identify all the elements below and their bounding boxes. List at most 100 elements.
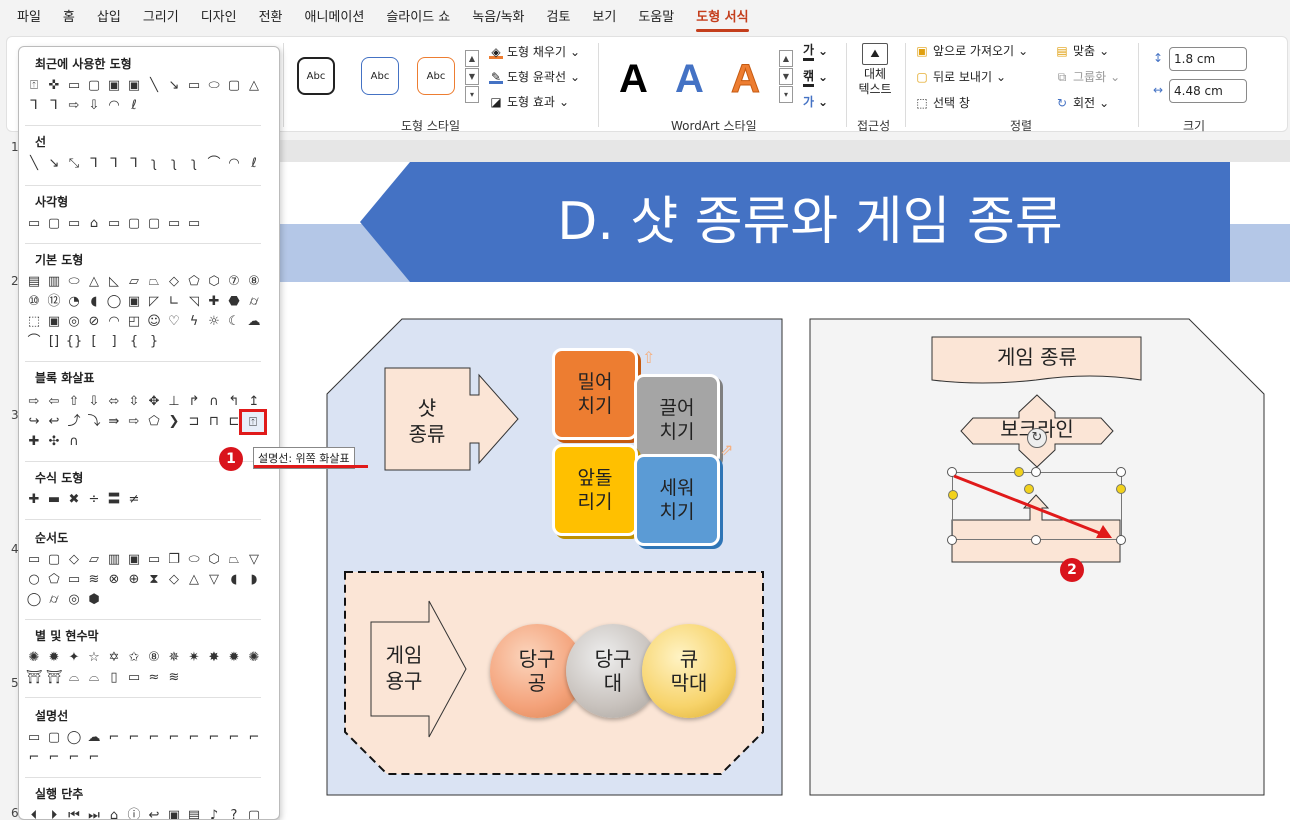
punched-tape-icon[interactable]: ≋ — [85, 571, 103, 589]
action-document-icon[interactable]: ▤ — [185, 807, 203, 819]
align-button[interactable]: ▤ 맞춤 ⌄ — [1055, 42, 1109, 59]
text-box-icon[interactable]: ▤ — [25, 273, 43, 291]
no-symbol-icon[interactable]: ⊘ — [85, 313, 103, 331]
action-blank-icon[interactable]: ▢ — [245, 807, 263, 819]
selection-pane-button[interactable]: ⬚ 선택 창 — [915, 94, 970, 111]
star7-icon[interactable]: ✩ — [125, 649, 143, 667]
arc-icon[interactable]: ⌒ — [25, 333, 43, 351]
star10-icon[interactable]: ✵ — [165, 649, 183, 667]
alt-process-icon[interactable]: ▢ — [45, 551, 63, 569]
star24-icon[interactable]: ✹ — [225, 649, 243, 667]
right-arrow-icon[interactable]: ⇨ — [65, 97, 83, 115]
coin-cue-stick[interactable]: 큐 막대 — [642, 624, 736, 718]
tab-review[interactable]: 검토 — [536, 0, 582, 36]
display-icon[interactable]: ⬢ — [85, 591, 103, 609]
plaque-icon[interactable]: ⬣ — [225, 293, 243, 311]
document-icon[interactable]: ▭ — [65, 77, 83, 95]
tab-view[interactable]: 보기 — [581, 0, 627, 36]
ribbon-icon[interactable]: ⛩ — [45, 669, 63, 687]
alt-text-button[interactable]: ⛰ 대체 텍스트 — [855, 43, 895, 97]
plus-sign-icon[interactable]: ✚ — [25, 491, 43, 509]
line-icon[interactable]: ╲ — [145, 77, 163, 95]
curved-arrow-icon[interactable]: ʅ — [165, 155, 183, 173]
action-help-icon[interactable]: ? — [225, 807, 243, 819]
internal-storage-icon[interactable]: ▣ — [125, 551, 143, 569]
shape-style-dark[interactable]: Abc — [297, 57, 335, 95]
tab-insert[interactable]: 삽입 — [86, 0, 132, 36]
line-callout-icon[interactable]: ⌐ — [65, 749, 83, 767]
heptagon-icon[interactable]: ⑦ — [225, 273, 243, 291]
hexagon-icon[interactable]: ⬡ — [205, 273, 223, 291]
line-callout-icon[interactable]: ⌐ — [45, 749, 63, 767]
left-right-up-arrow-icon[interactable]: ⊥ — [165, 393, 183, 411]
horizontal-scroll-icon[interactable]: ▭ — [125, 669, 143, 687]
sequential-access-icon[interactable]: ◯ — [25, 591, 43, 609]
scribble-icon[interactable]: ℓ — [245, 155, 263, 173]
circular-arrow-icon[interactable]: ∩ — [65, 433, 83, 451]
parallelogram-icon[interactable]: ▱ — [125, 273, 143, 291]
action-end-icon[interactable]: ⏭ — [85, 807, 103, 819]
line-callout-icon[interactable]: ⌐ — [185, 729, 203, 747]
tab-animations[interactable]: 애니메이션 — [294, 0, 376, 36]
multidocument-icon[interactable]: ❐ — [165, 551, 183, 569]
data-icon[interactable]: ▱ — [85, 551, 103, 569]
collate-icon[interactable]: ⧗ — [145, 571, 163, 589]
diamond-icon[interactable]: ◇ — [165, 273, 183, 291]
chevron-icon[interactable]: ❯ — [165, 413, 183, 431]
decagon-icon[interactable]: ⑩ — [25, 293, 43, 311]
curved-up-arrow-icon[interactable]: ⤴ — [65, 413, 83, 431]
decision-icon[interactable]: ◇ — [65, 551, 83, 569]
curved-double-arrow-icon[interactable]: ʅ — [185, 155, 203, 173]
text-effects-button[interactable]: 가 ⌄ — [803, 93, 828, 110]
star8-icon[interactable]: ⑧ — [145, 649, 163, 667]
shape-fill-button[interactable]: ◈ 도형 채우기 ⌄ — [489, 43, 580, 60]
offpage-connector-icon[interactable]: ⬠ — [45, 571, 63, 589]
diagonal-stripe-icon[interactable]: ◹ — [185, 293, 203, 311]
pentagon-icon[interactable]: ⬠ — [185, 273, 203, 291]
pie-icon[interactable]: ◔ — [65, 293, 83, 311]
chord-icon[interactable]: ◖ — [85, 293, 103, 311]
explosion-icon[interactable]: ✹ — [45, 649, 63, 667]
wordart-scroll-up[interactable]: ▲ — [779, 50, 793, 67]
quad-arrow-callout-icon[interactable]: ✣ — [45, 433, 63, 451]
triangle-icon[interactable]: △ — [85, 273, 103, 291]
process-icon[interactable]: ▭ — [25, 551, 43, 569]
star12-icon[interactable]: ✷ — [185, 649, 203, 667]
curved-down-arrow-icon[interactable]: ⤵ — [85, 413, 103, 431]
folded-corner-icon[interactable]: ◰ — [125, 313, 143, 331]
left-bracket-icon[interactable]: [ — [85, 333, 103, 351]
frame-icon[interactable]: ▣ — [105, 77, 123, 95]
action-back-icon[interactable]: ⏴ — [25, 807, 43, 819]
curved-right-arrow-icon[interactable]: ↪ — [25, 413, 43, 431]
slide-title[interactable]: D. 샷 종류와 게임 종류 — [420, 184, 1200, 260]
cube-icon[interactable]: ⬚ — [25, 313, 43, 331]
explosion-icon[interactable]: ✺ — [25, 649, 43, 667]
tab-design[interactable]: 디자인 — [190, 0, 248, 36]
dodecagon-icon[interactable]: ⑫ — [45, 293, 63, 311]
star5-icon[interactable]: ☆ — [85, 649, 103, 667]
moon-icon[interactable]: ☾ — [225, 313, 243, 331]
rectangle-icon[interactable]: ▭ — [25, 215, 43, 233]
block-arc-icon[interactable]: ◠ — [105, 313, 123, 331]
stored-data-icon[interactable]: ◖ — [225, 571, 243, 589]
tab-draw[interactable]: 그리기 — [132, 0, 190, 36]
sun-icon[interactable]: ☼ — [205, 313, 223, 331]
action-forward-icon[interactable]: ⏵ — [45, 807, 63, 819]
delay-icon[interactable]: ◗ — [245, 571, 263, 589]
freeform-icon[interactable]: ◠ — [105, 97, 123, 115]
connector-icon[interactable]: ○ — [25, 571, 43, 589]
text-outline-button[interactable]: 캒 ⌄ — [803, 67, 828, 87]
send-backward-button[interactable]: ▢ 뒤로 보내기 ⌄ — [915, 68, 1006, 85]
tab-help[interactable]: 도움말 — [627, 0, 685, 36]
star32-icon[interactable]: ✺ — [245, 649, 263, 667]
round-rect-callout-icon[interactable]: ▢ — [45, 729, 63, 747]
quad-arrow-icon[interactable]: ✥ — [145, 393, 163, 411]
double-brace-icon[interactable]: {} — [65, 333, 83, 351]
tab-home[interactable]: 홈 — [52, 0, 86, 36]
curve-icon[interactable]: ⌒ — [205, 155, 223, 173]
freeform-icon[interactable]: ◠ — [225, 155, 243, 173]
preparation-icon[interactable]: ⬡ — [205, 551, 223, 569]
right-brace-icon[interactable]: } — [145, 333, 163, 351]
shape-style-blue[interactable]: Abc — [361, 57, 399, 95]
style-more[interactable]: ▾ — [465, 86, 479, 103]
